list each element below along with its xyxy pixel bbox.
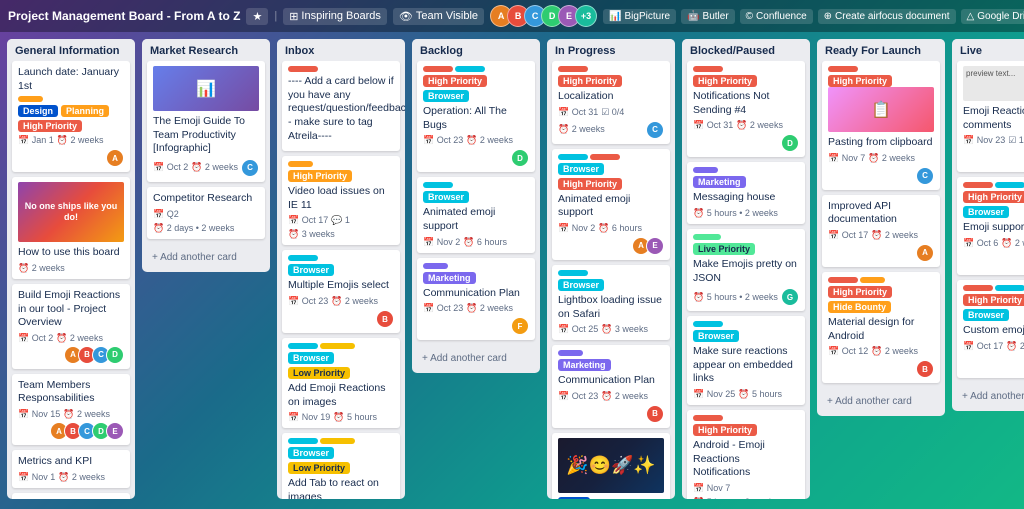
col-general-info: General Information Launch date: January… bbox=[7, 39, 135, 499]
member-avatars: A B C D E +3 bbox=[490, 5, 597, 27]
visibility-button[interactable]: 👁 Team Visible bbox=[393, 8, 484, 25]
card-emoji-support-live[interactable]: High Priority Browser Emoji support 📅 Oc… bbox=[957, 177, 1024, 275]
col-inbox: Inbox ---- Add a card below if you have … bbox=[277, 39, 405, 499]
card-emoji-guide[interactable]: 📊 The Emoji Guide To Team Productivity [… bbox=[147, 61, 265, 182]
card-metrics[interactable]: Metrics and KPI 📅 Nov 1 ⏰ 2 weeks bbox=[12, 450, 130, 488]
card-android-notifs[interactable]: High Priority Android - Emoji Reactions … bbox=[687, 410, 805, 499]
butler-button[interactable]: 🤖 Butler bbox=[681, 9, 735, 24]
card-emoji-reaction-comments[interactable]: preview text... Emoji Reaction on commen… bbox=[957, 61, 1024, 172]
card-build-emoji[interactable]: Build Emoji Reactions in our tool - Proj… bbox=[12, 284, 130, 369]
boards-icon: ⊞ bbox=[289, 10, 298, 23]
bigpicture-button[interactable]: 📊 BigPicture bbox=[603, 9, 676, 24]
card-launch-date[interactable]: Launch date: January 1st Design Planning… bbox=[12, 61, 130, 172]
star-icon: ★ bbox=[252, 10, 262, 23]
emoji-image: 🎉😊🚀✨ bbox=[558, 438, 664, 493]
card-multiple-emojis[interactable]: Browser Multiple Emojis select 📅 Oct 23 … bbox=[282, 250, 400, 333]
col-header-blocked: Blocked/Paused bbox=[682, 39, 810, 61]
card-animated-emoji[interactable]: Browser Animated emoji support 📅 Nov 2 ⏰… bbox=[417, 177, 535, 252]
col-cards-live: preview text... Emoji Reaction on commen… bbox=[952, 61, 1024, 383]
confluence-button[interactable]: © Confluence bbox=[740, 9, 813, 24]
preview-image: preview text... bbox=[963, 66, 1024, 101]
card-how-to-use[interactable]: No one ships like you do! How to use thi… bbox=[12, 177, 130, 279]
add-card-backlog[interactable]: + Add another card bbox=[417, 349, 535, 368]
card-video-load[interactable]: High Priority Video load issues on IE 11… bbox=[282, 156, 400, 245]
col-header-market: Market Research bbox=[142, 39, 270, 61]
card-lightbox-safari[interactable]: Browser Lightbox loading issue on Safari… bbox=[552, 265, 670, 340]
card-allow-custom-emoji[interactable]: 🎉😊🚀✨ Design Allow Custom Emojis 📅 Oct 30… bbox=[552, 433, 670, 499]
col-header-inbox: Inbox bbox=[277, 39, 405, 61]
card-roadmap[interactable]: Company Roadmap 📅 Q1 ⏰ 2 weeks bbox=[12, 493, 130, 499]
col-header-backlog: Backlog bbox=[412, 39, 540, 61]
card-notif-not-sending[interactable]: High Priority Notifications Not Sending … bbox=[687, 61, 805, 157]
card-inbox-info[interactable]: ---- Add a card below if you have any re… bbox=[282, 61, 400, 151]
card-team-resp[interactable]: Team Members Responsabilities 📅 Nov 15 ⏰… bbox=[12, 374, 130, 445]
add-card-live[interactable]: + Add another card bbox=[957, 387, 1024, 406]
card-reactions-embedded[interactable]: Browser Make sure reactions appear on em… bbox=[687, 316, 805, 405]
add-card-ready-launch[interactable]: + Add another card bbox=[822, 392, 940, 411]
airfocus-button[interactable]: ⊕ Create airfocus document bbox=[818, 9, 956, 24]
board-title: Project Management Board - From A to Z bbox=[8, 9, 240, 23]
clipboard-image: 📋 bbox=[828, 87, 934, 132]
star-button[interactable]: ★ bbox=[246, 8, 268, 25]
col-footer-ready-launch: + Add another card bbox=[817, 388, 945, 416]
col-footer-market: + Add another card bbox=[142, 244, 270, 272]
col-cards-market: 📊 The Emoji Guide To Team Productivity [… bbox=[142, 61, 270, 244]
col-cards-general-info: Launch date: January 1st Design Planning… bbox=[7, 61, 135, 499]
col-market-research: Market Research 📊 The Emoji Guide To Tea… bbox=[142, 39, 270, 272]
card-messaging-house[interactable]: Marketing Messaging house ⏰ 5 hours • 2 … bbox=[687, 162, 805, 224]
col-live: Live preview text... Emoji Reaction on c… bbox=[952, 39, 1024, 411]
col-backlog: Backlog High Priority Browser Operation:… bbox=[412, 39, 540, 373]
separator: | bbox=[274, 10, 277, 22]
col-blocked: Blocked/Paused High Priority Notificatio… bbox=[682, 39, 810, 499]
gdrive-button[interactable]: △ Google Drive bbox=[961, 9, 1024, 24]
topbar: Project Management Board - From A to Z ★… bbox=[0, 0, 1024, 32]
col-footer-backlog: + Add another card bbox=[412, 345, 540, 373]
card-emojis-json[interactable]: Live Priority Make Emojis pretty on JSON… bbox=[687, 229, 805, 311]
card-custom-emoji-web[interactable]: High Priority Browser Custom emoji for w… bbox=[957, 280, 1024, 378]
topbar-right: 📊 BigPicture 🤖 Butler © Confluence ⊕ Cre… bbox=[603, 9, 1024, 24]
col-header-live: Live bbox=[952, 39, 1024, 61]
card-comm-plan-backlog[interactable]: Marketing Communication Plan 📅 Oct 23 ⏰ … bbox=[417, 258, 535, 341]
card-pasting-clipboard[interactable]: High Priority 📋 Pasting from clipboard 📅… bbox=[822, 61, 940, 190]
col-cards-blocked: High Priority Notifications Not Sending … bbox=[682, 61, 810, 499]
col-cards-ready-launch: High Priority 📋 Pasting from clipboard 📅… bbox=[817, 61, 945, 388]
boards-button[interactable]: ⊞ Inspiring Boards bbox=[283, 8, 387, 25]
card-comm-plan-ip[interactable]: Marketing Communication Plan 📅 Oct 23 ⏰ … bbox=[552, 345, 670, 428]
col-cards-backlog: High Priority Browser Operation: All The… bbox=[412, 61, 540, 345]
market-image: 📊 bbox=[153, 66, 259, 111]
card-add-emoji-reactions[interactable]: Browser Low Priority Add Emoji Reactions… bbox=[282, 338, 400, 428]
card-animated-emoji-ip[interactable]: Browser High Priority Animated emoji sup… bbox=[552, 149, 670, 260]
card-localization[interactable]: High Priority Localization 📅 Oct 31 ☑ 0/… bbox=[552, 61, 670, 144]
col-in-progress: In Progress High Priority Localization 📅… bbox=[547, 39, 675, 499]
rocket-image: No one ships like you do! bbox=[18, 182, 124, 242]
col-cards-in-progress: High Priority Localization 📅 Oct 31 ☑ 0/… bbox=[547, 61, 675, 499]
col-cards-inbox: ---- Add a card below if you have any re… bbox=[277, 61, 405, 499]
add-card-market[interactable]: + Add another card bbox=[147, 248, 265, 267]
card-competitor[interactable]: Competitor Research 📅 Q2 ⏰ 2 days • 2 we… bbox=[147, 187, 265, 239]
card-api-docs[interactable]: Improved API documentation 📅 Oct 17 ⏰ 2 … bbox=[822, 195, 940, 267]
col-ready-launch: Ready For Launch High Priority 📋 Pasting… bbox=[817, 39, 945, 416]
col-header-ready-launch: Ready For Launch bbox=[817, 39, 945, 61]
col-footer-live: + Add another card bbox=[952, 383, 1024, 411]
col-header-in-progress: In Progress bbox=[547, 39, 675, 61]
card-add-tab-react[interactable]: Browser Low Priority Add Tab to react on… bbox=[282, 433, 400, 499]
card-operation-bugs[interactable]: High Priority Browser Operation: All The… bbox=[417, 61, 535, 172]
col-header-general-info: General Information bbox=[7, 39, 135, 61]
card-material-android[interactable]: High Priority Hide Bounty Material desig… bbox=[822, 272, 940, 383]
board: General Information Launch date: January… bbox=[0, 32, 1024, 509]
avatar-6[interactable]: +3 bbox=[575, 5, 597, 27]
eye-icon: 👁 bbox=[399, 10, 413, 23]
